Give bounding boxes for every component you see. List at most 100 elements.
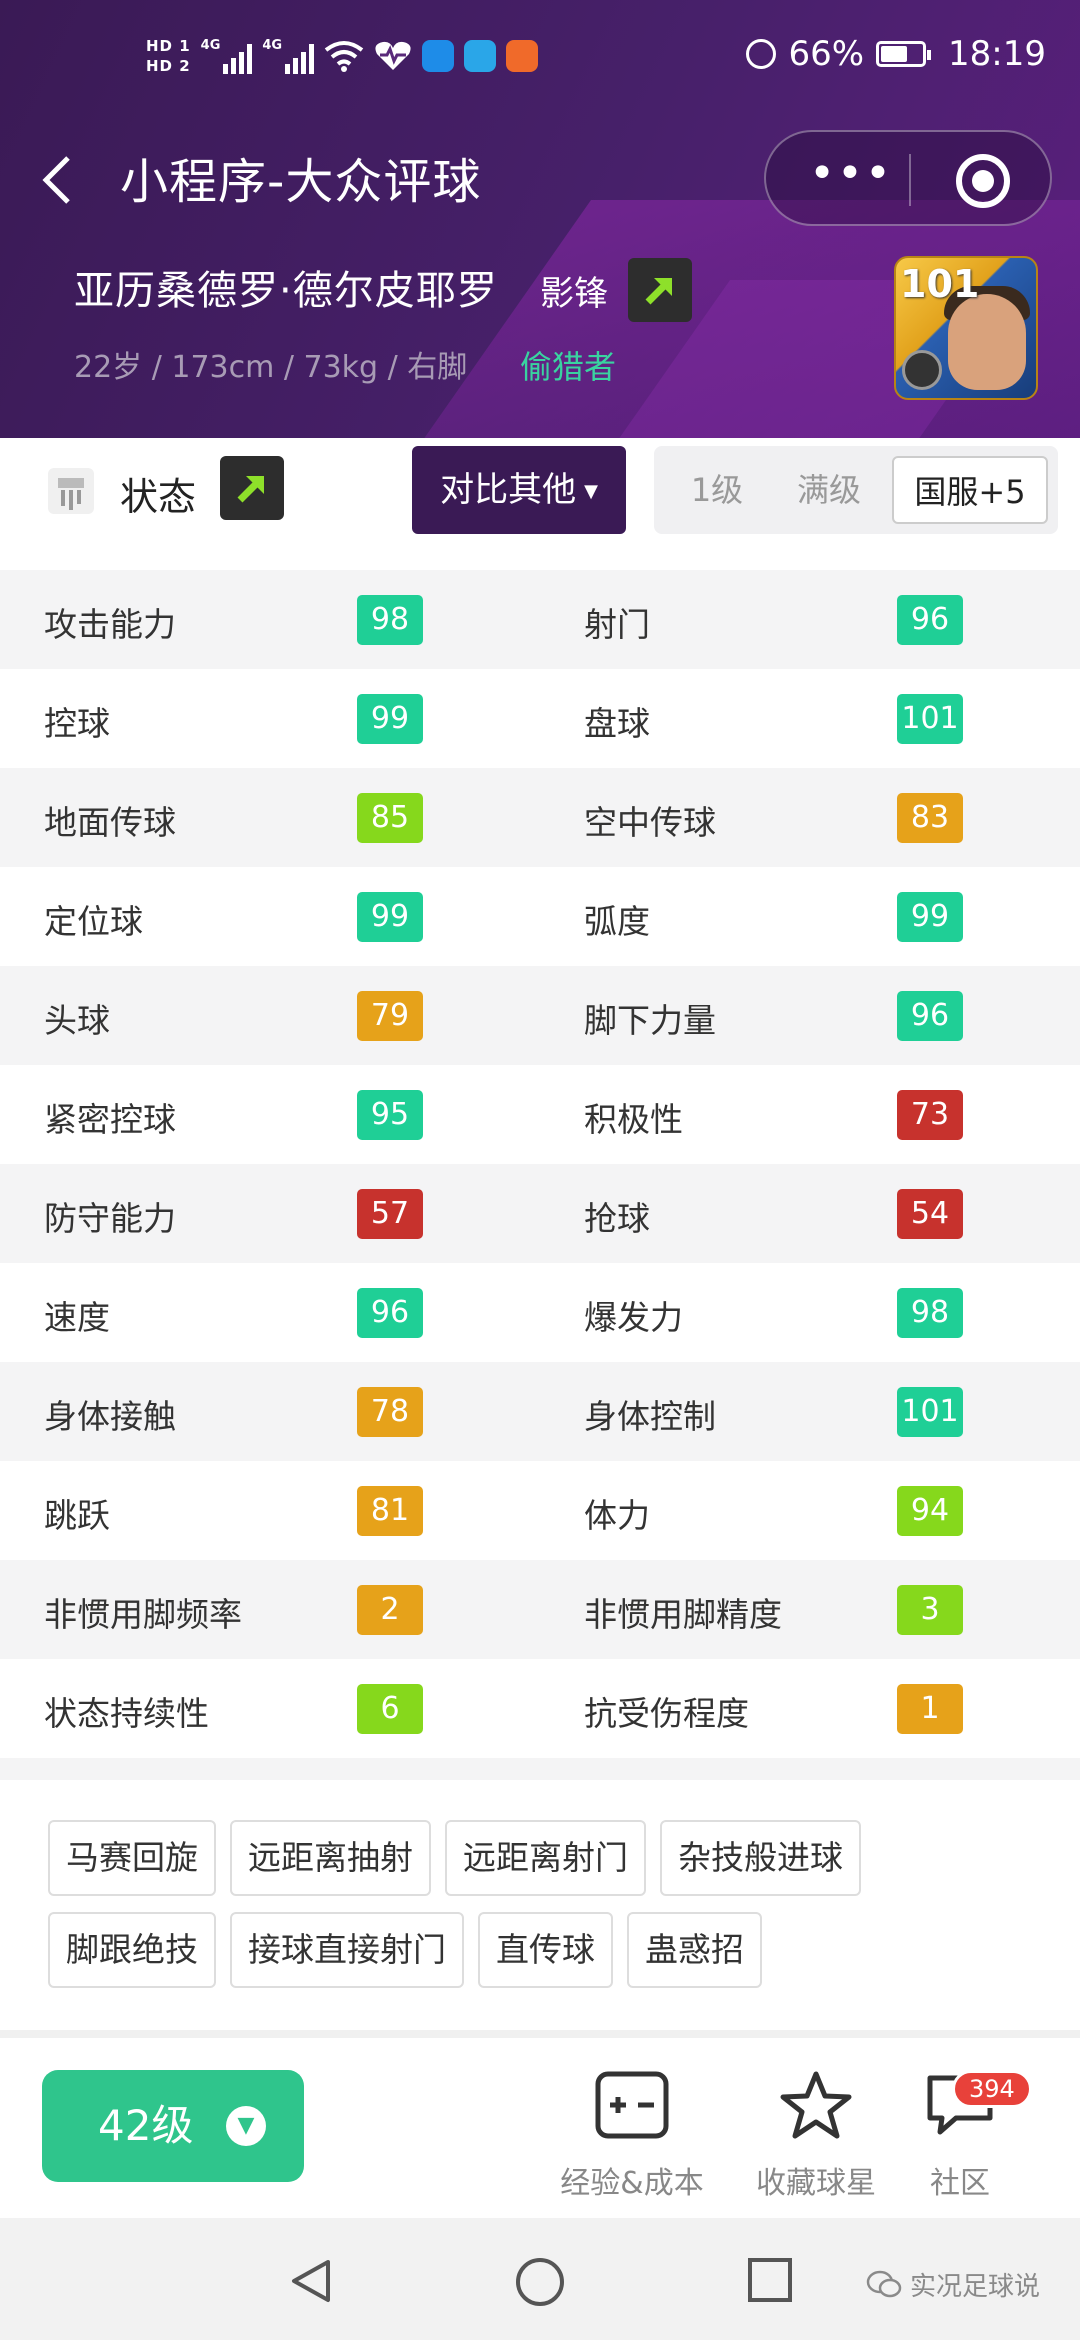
skill-tag[interactable]: 马赛回旋 bbox=[48, 1820, 216, 1896]
skill-tag[interactable]: 脚跟绝技 bbox=[48, 1912, 216, 1988]
attribute-row: 攻击能力 98 射门 96 bbox=[0, 570, 1080, 669]
miniprogram-capsule: ••• bbox=[764, 130, 1052, 226]
attribute-label: 防守能力 bbox=[44, 1199, 176, 1238]
star-icon bbox=[780, 2071, 852, 2139]
hd-indicator: HD 1 HD 2 bbox=[146, 36, 191, 76]
compare-label: 对比其他 bbox=[440, 470, 577, 510]
card-badge-icon bbox=[902, 350, 942, 390]
skill-tag[interactable]: 接球直接射门 bbox=[230, 1912, 464, 1988]
attribute-value: 79 bbox=[357, 991, 423, 1041]
clock: 18:19 bbox=[948, 34, 1046, 74]
capsule-divider bbox=[909, 154, 911, 206]
skill-tag[interactable]: 远距离抽射 bbox=[230, 1820, 431, 1896]
attribute-value: 3 bbox=[897, 1585, 963, 1635]
skill-tag[interactable]: 杂技般进球 bbox=[660, 1820, 861, 1896]
exp-cost-label: 经验&成本 bbox=[560, 2166, 704, 2201]
hd1-label: HD 1 bbox=[146, 37, 191, 55]
player-name: 亚历桑德罗·德尔皮耶罗 bbox=[74, 268, 498, 314]
back-icon[interactable] bbox=[38, 152, 74, 216]
attribute-row: 控球 99 盘球 101 bbox=[0, 669, 1080, 768]
compare-button[interactable]: 对比其他 ▼ bbox=[412, 446, 626, 534]
attribute-value: 85 bbox=[357, 793, 423, 843]
battery-icon bbox=[876, 41, 932, 67]
video-app-icon bbox=[506, 40, 539, 72]
attribute-label: 抗受伤程度 bbox=[584, 1694, 749, 1733]
skill-tag[interactable]: 远距离射门 bbox=[445, 1820, 646, 1896]
attribute-value: 6 bbox=[357, 1684, 423, 1734]
nav-recents-icon[interactable] bbox=[746, 2256, 794, 2304]
player-style[interactable]: 偷猎者 bbox=[520, 342, 616, 388]
attribute-value: 1 bbox=[897, 1684, 963, 1734]
attribute-label: 非惯用脚精度 bbox=[584, 1595, 782, 1634]
player-card[interactable]: 101 bbox=[894, 256, 1038, 400]
player-info: 22岁 / 173cm / 73kg / 右脚 bbox=[74, 350, 468, 385]
attribute-label: 攻击能力 bbox=[44, 605, 176, 644]
attribute-row: 身体接触 78 身体控制 101 bbox=[0, 1362, 1080, 1461]
attribute-row: 跳跃 81 体力 94 bbox=[0, 1461, 1080, 1560]
attribute-label: 爆发力 bbox=[584, 1298, 683, 1337]
attribute-row: 地面传球 85 空中传球 83 bbox=[0, 768, 1080, 867]
attribute-value: 81 bbox=[357, 1486, 423, 1536]
card-portrait bbox=[948, 294, 1026, 390]
segment-server-plus5[interactable]: 国服+5 bbox=[892, 456, 1048, 524]
attribute-label: 跳跃 bbox=[44, 1496, 110, 1535]
segment-max-level[interactable]: 满级 bbox=[774, 456, 884, 524]
attribute-label: 速度 bbox=[44, 1298, 110, 1337]
exp-cost-button[interactable]: 经验&成本 bbox=[522, 2070, 742, 2202]
signal-icon: 4G bbox=[201, 38, 253, 74]
player-header: HD 1 HD 2 4G 4G 66% 18:19 小程序-大众评球 ••• 亚… bbox=[0, 0, 1080, 438]
status-thermometer-icon bbox=[48, 468, 94, 514]
status-row: 状态 对比其他 ▼ 1级 满级 国服+5 bbox=[0, 438, 1080, 570]
section-divider bbox=[0, 1758, 1080, 1780]
attribute-value: 83 bbox=[897, 793, 963, 843]
status-trend-up-icon bbox=[220, 456, 284, 520]
attribute-label: 抢球 bbox=[584, 1199, 650, 1238]
skill-tag[interactable]: 蛊惑招 bbox=[627, 1912, 762, 1988]
nav-home-icon[interactable] bbox=[514, 2256, 566, 2308]
network-label: 4G bbox=[200, 38, 221, 53]
favorite-player-button[interactable]: 收藏球星 bbox=[716, 2070, 916, 2202]
skill-tag-row: 脚跟绝技 接球直接射门 直传球 蛊惑招 bbox=[48, 1912, 1048, 1988]
exp-cost-icon bbox=[595, 2071, 669, 2139]
attribute-row: 紧密控球 95 积极性 73 bbox=[0, 1065, 1080, 1164]
attribute-value: 96 bbox=[357, 1288, 423, 1338]
attribute-value: 96 bbox=[897, 991, 963, 1041]
skill-tag-row: 马赛回旋 远距离抽射 远距离射门 杂技般进球 bbox=[48, 1820, 1048, 1896]
attribute-value: 94 bbox=[897, 1486, 963, 1536]
caret-down-icon: ▼ bbox=[584, 480, 598, 502]
segment-level-1[interactable]: 1级 bbox=[662, 456, 772, 524]
attribute-value: 2 bbox=[357, 1585, 423, 1635]
attribute-value: 101 bbox=[897, 694, 963, 744]
more-icon[interactable]: ••• bbox=[806, 152, 896, 206]
attribute-label: 控球 bbox=[44, 704, 110, 743]
attribute-value: 98 bbox=[897, 1288, 963, 1338]
attribute-value: 57 bbox=[357, 1189, 423, 1239]
skill-tag[interactable]: 直传球 bbox=[478, 1912, 613, 1988]
attribute-table: 攻击能力 98 射门 96 控球 99 盘球 101 地面传球 85 空中传球 83 定位球 99 弧度 99… bbox=[0, 570, 1080, 1758]
trend-up-icon bbox=[628, 258, 692, 322]
nav-title: 小程序-大众评球 bbox=[120, 154, 482, 210]
attribute-label: 盘球 bbox=[584, 704, 650, 743]
watermark-text: 实况足球说 bbox=[909, 2272, 1040, 2302]
attribute-label: 身体接触 bbox=[44, 1397, 176, 1436]
attribute-value: 54 bbox=[897, 1189, 963, 1239]
attribute-value: 99 bbox=[357, 694, 423, 744]
section-divider-2 bbox=[0, 2030, 1080, 2038]
chevron-down-icon: ▼ bbox=[226, 2106, 266, 2146]
close-miniprogram-icon[interactable] bbox=[956, 154, 1010, 208]
nav-back-icon[interactable] bbox=[286, 2256, 336, 2306]
hd2-label: HD 2 bbox=[146, 57, 191, 75]
watermark: 实况足球说 bbox=[866, 2266, 1040, 2303]
attribute-label: 弧度 bbox=[584, 902, 650, 941]
attribute-row: 速度 96 爆发力 98 bbox=[0, 1263, 1080, 1362]
attribute-label: 地面传球 bbox=[44, 803, 176, 842]
level-select-button[interactable]: 42级 ▼ bbox=[42, 2070, 304, 2182]
skill-tags: 马赛回旋 远距离抽射 远距离射门 杂技般进球 脚跟绝技 接球直接射门 直传球 蛊惑招 bbox=[48, 1820, 1048, 2004]
alarm-icon bbox=[746, 39, 777, 69]
app-icon-2 bbox=[464, 40, 497, 72]
attribute-label: 脚下力量 bbox=[584, 1001, 716, 1040]
health-icon bbox=[375, 41, 411, 70]
card-rating: 101 bbox=[900, 262, 980, 306]
attribute-label: 紧密控球 bbox=[44, 1100, 176, 1139]
community-label: 社区 bbox=[930, 2166, 990, 2201]
